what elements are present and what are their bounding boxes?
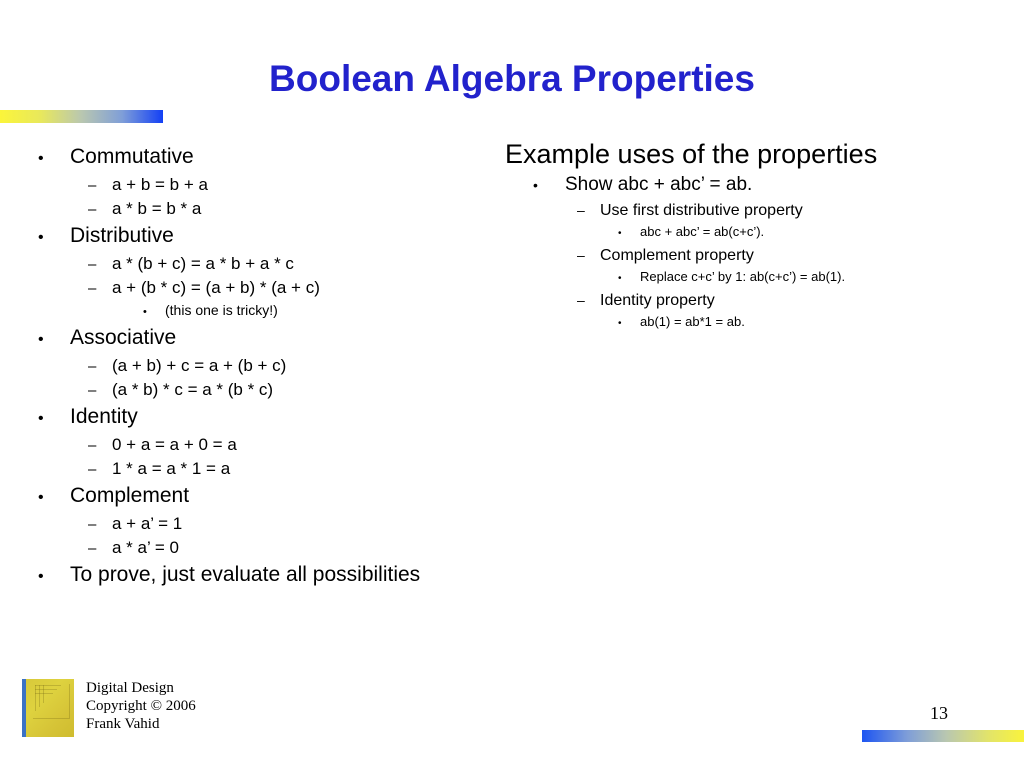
right-column-heading: Example uses of the properties [505,139,878,169]
bullet-item-l1: • Commutative [28,142,498,173]
bottom-right-gradient-bar [862,730,1024,742]
bullet-text: Replace c+c’ by 1: ab(c+c’) = ab(1). [640,269,846,284]
bullet-text: a + (b * c) = (a + b) * (a + c) [112,278,320,297]
bullet-text: Use first distributive property [600,202,803,219]
bullet-item-l3: • Replace c+c’ by 1: ab(c+c’) = ab(1). [500,267,1012,289]
right-content-column: Example uses of the properties • Show abc… [500,138,1012,334]
bullet-item-l1: • Identity [28,402,498,433]
dash-bullet-icon: – [577,202,585,218]
bullet-item-l1: • Associative [28,323,498,354]
dot-bullet-icon: • [38,331,44,348]
right-column-list: • Show abc + abc’ = ab. – Use first distrib… [500,171,1012,334]
bullet-text: Show abc + abc’ = ab. [565,174,753,195]
copyright-text: Digital Design Copyright © 2006 Frank Va… [86,679,196,733]
credit-line-title: Digital Design [86,680,174,696]
bullet-item-l2: – Use first distributive property [500,199,1012,222]
bullet-text: a + b = b + a [112,175,208,194]
bullet-item-l2: – a + (b * c) = (a + b) * (a + c) [28,276,498,300]
bullet-item-l2: –1 * a = a * 1 = a [28,457,498,481]
dash-bullet-icon: – [88,177,97,194]
bullet-text: Identity property [600,292,715,309]
dash-bullet-icon: – [88,280,97,297]
bullet-item-l2: – a * (b + c) = a * b + a * c [28,252,498,276]
dot-bullet-icon: • [143,306,147,318]
bullet-item-l2: – a + a’ = 1 [28,512,498,536]
dash-bullet-icon: – [88,256,97,273]
dash-bullet-icon: – [88,358,97,375]
credit-line-author: Frank Vahid [86,716,160,732]
bullet-text: (a + b) + c = a + (b + c) [112,356,287,375]
bullet-text: 1 * a = a * 1 = a [112,459,231,478]
dot-bullet-icon: • [618,273,622,284]
dash-bullet-icon: – [88,540,97,557]
dot-bullet-icon: • [38,489,44,506]
bullet-text: a * (b + c) = a * b + a * c [112,254,294,273]
dash-bullet-icon: – [88,201,97,218]
left-content-column: • Commutative – a + b = b + a – a * b = b * a… [28,142,498,591]
bullet-item-l3: • ab(1) = ab*1 = ab. [500,312,1012,334]
bullet-text: Commutative [70,145,194,168]
bullet-text: Associative [70,326,177,349]
bullet-text: Complement property [600,247,754,264]
bullet-text: To prove, just evaluate all possibilitie… [70,563,421,586]
bullet-text: ab(1) = ab*1 = ab. [640,314,745,329]
slide-title: Boolean Algebra Properties [269,58,755,99]
bullet-text: (this one is tricky!) [165,302,278,318]
bullet-text: Distributive [70,224,174,247]
dot-bullet-icon: • [38,410,44,427]
credit-line-copyright: Copyright © 2006 [86,698,196,714]
bullet-text: abc + abc’ = ab(c+c’). [640,224,765,239]
bullet-item-l2: –0 + a = a + 0 = a [28,433,498,457]
bullet-text: Complement [70,484,190,507]
bullet-text: Identity [70,405,138,428]
dash-bullet-icon: – [88,461,97,478]
bullet-item-l2: – Complement property [500,244,1012,267]
dot-bullet-icon: • [618,228,622,239]
bullet-item-l2: – a * a’ = 0 [28,536,498,560]
bullet-text: (a * b) * c = a * (b * c) [112,380,274,399]
top-left-gradient-bar [0,110,163,123]
bullet-item-l3: • (this one is tricky!) [28,300,498,323]
dash-bullet-icon: – [88,437,97,454]
bullet-text: a * a’ = 0 [112,538,179,557]
bullet-item-l1: • Complement [28,481,498,512]
dash-bullet-icon: – [88,516,97,533]
bullet-item-l1: • Distributive [28,221,498,252]
bullet-item-l2: – a + b = b + a [28,173,498,197]
footer-credit: Digital Design Copyright © 2006 Frank Va… [22,679,196,737]
dot-bullet-icon: • [533,177,538,193]
dot-bullet-icon: • [38,568,44,585]
bullet-item-l1: • To prove, just evaluate all possibiliti… [28,560,498,591]
dot-bullet-icon: • [38,229,44,246]
bullet-text: a + a’ = 1 [112,514,183,533]
dot-bullet-icon: • [38,150,44,167]
page-number: 13 [930,703,948,723]
bullet-item-l2: – (a + b) + c = a + (b + c) [28,354,498,378]
bullet-item-l2: – Identity property [500,289,1012,312]
bullet-text: a * b = b * a [112,199,202,218]
dash-bullet-icon: – [577,247,585,263]
bullet-item-l2: – (a * b) * c = a * (b * c) [28,378,498,402]
bullet-text: 0 + a = a + 0 = a [112,435,237,454]
textbook-logo-icon [22,679,74,737]
dash-bullet-icon: – [88,382,97,399]
bullet-item-l1: • Show abc + abc’ = ab. [500,171,1012,199]
bullet-item-l3: • abc + abc’ = ab(c+c’). [500,222,1012,244]
dash-bullet-icon: – [577,292,585,308]
dot-bullet-icon: • [618,318,622,329]
bullet-item-l2: – a * b = b * a [28,197,498,221]
